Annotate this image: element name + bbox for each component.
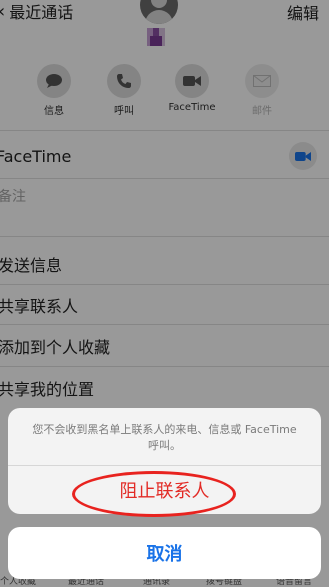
sheet-message: 您不会收到黑名单上联系人的来电、信息或 FaceTime 呼叫。 — [32, 423, 297, 452]
annotation-circle — [72, 471, 236, 517]
cancel-button[interactable]: 取消 — [8, 527, 321, 579]
